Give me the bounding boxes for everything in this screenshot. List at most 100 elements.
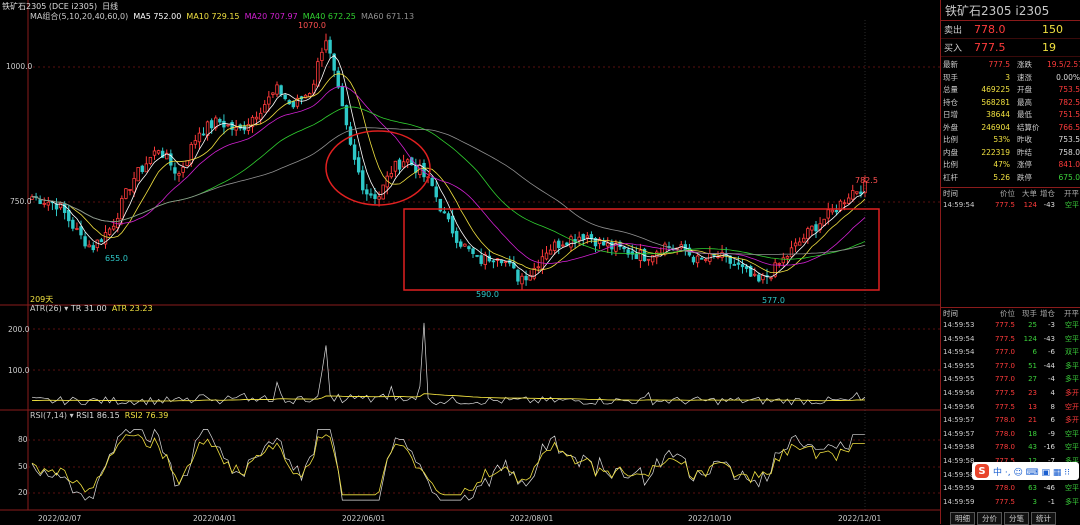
tick-row[interactable]: 14:59:56 777.5 13 8 空开 xyxy=(941,401,1080,415)
candle-body xyxy=(471,248,475,254)
candle-body xyxy=(307,93,312,97)
tick-type: 空平 xyxy=(1065,321,1079,329)
tick-row[interactable]: 14:59:57 778.0 18 -9 空平 xyxy=(941,428,1080,442)
tick-row[interactable]: 14:59:54 777.5 124 -43 空平 xyxy=(941,333,1080,347)
candle-body xyxy=(503,261,508,263)
tick-row[interactable]: 14:59:59 778.0 63 -46 空平 xyxy=(941,482,1080,496)
atr-dropdown-icon[interactable]: ▾ xyxy=(64,304,68,313)
candle-body xyxy=(793,242,798,247)
ime-toolbar[interactable]: S 中 ·, ☺ ⌨ ▣ ▦ ⁝⁝ xyxy=(972,462,1079,480)
candle-body xyxy=(328,39,332,54)
sogou-logo-icon[interactable]: S xyxy=(975,464,989,478)
tick-price: 778.0 xyxy=(994,429,1015,438)
candle-body xyxy=(589,234,594,240)
tick-list[interactable]: 14:59:53 777.5 25 -3 空平 14:59:54 777.5 124 -43 空平… xyxy=(941,319,1080,509)
big-tick-list: 14:59:54 777.5 124 -43 空平 xyxy=(941,199,1080,307)
x-label: 2022/06/01 xyxy=(342,514,386,523)
stat-value: 246904 xyxy=(981,122,1010,132)
candle-body xyxy=(585,235,590,239)
candle-body xyxy=(116,217,120,228)
candle-body xyxy=(753,273,757,276)
atr-y-100: 100.0 xyxy=(8,366,30,375)
tick-change: -6 xyxy=(1048,348,1055,357)
tick-row[interactable]: 14:59:55 777.0 27 -4 多平 xyxy=(941,373,1080,387)
candle-body xyxy=(695,255,700,264)
ma20-line xyxy=(31,85,866,266)
tick-volume: 63 xyxy=(1028,484,1037,493)
buy-row[interactable]: 买入 777.5 19 xyxy=(941,39,1080,57)
candle-body xyxy=(124,188,128,199)
candle-body xyxy=(846,197,851,204)
tab-price[interactable]: 分价 xyxy=(977,512,1002,525)
tab-stats[interactable]: 统计 xyxy=(1031,512,1056,525)
tick-row[interactable]: 14:59:58 778.0 43 -16 空平 xyxy=(941,441,1080,455)
tick-type: 空平 xyxy=(1065,484,1079,493)
candle-body xyxy=(377,196,381,200)
candle-body xyxy=(797,241,802,246)
tick-volume: 124 xyxy=(1023,201,1037,209)
ma10-line xyxy=(31,73,866,274)
high-annotation: 1070.0 xyxy=(298,21,326,30)
tick-type: 空平 xyxy=(1065,334,1079,343)
candle-body xyxy=(475,255,479,257)
candle-body xyxy=(557,240,561,248)
tick-row[interactable]: 14:59:55 777.0 51 -44 多平 xyxy=(941,360,1080,374)
atr-legend: ATR(26) ▾ TR 31.00 ATR 23.23 xyxy=(30,304,153,313)
candle-body xyxy=(140,165,144,172)
candle-body xyxy=(691,256,696,263)
x-label: 2022/02/07 xyxy=(38,514,82,523)
tab-trades[interactable]: 分笔 xyxy=(1004,512,1029,525)
candle-body xyxy=(851,190,855,200)
candle-body xyxy=(234,127,238,131)
ime-controls[interactable]: 中 ·, ☺ ⌨ ▣ ▦ ⁝⁝ xyxy=(993,465,1070,478)
tick-row[interactable]: 14:59:53 777.5 25 -3 空平 xyxy=(941,319,1080,333)
tick-change: 6 xyxy=(1050,416,1055,425)
tick-type: 多平 xyxy=(1065,375,1079,384)
candlestick-chart[interactable] xyxy=(0,0,940,524)
atr-y-200: 200.0 xyxy=(8,325,30,334)
tr-label: TR 31.00 xyxy=(70,304,107,313)
tick-change: -43 xyxy=(1043,334,1055,343)
tick-volume: 6 xyxy=(1032,348,1037,357)
tab-detail[interactable]: 明细 xyxy=(950,512,975,525)
candle-body xyxy=(279,85,283,95)
candle-body xyxy=(91,245,95,251)
candle-body xyxy=(446,213,451,220)
tick-time: 14:59:56 xyxy=(943,402,975,411)
tick-volume: 124 xyxy=(1023,334,1037,343)
candle-body xyxy=(699,257,704,260)
ma60-label: MA60 671.13 xyxy=(360,12,415,21)
stat-value: 758.0 xyxy=(1058,147,1080,157)
candle-body xyxy=(156,150,161,154)
candle-body xyxy=(781,257,786,264)
tick-change: -4 xyxy=(1048,375,1055,384)
stat-row: 最新 777.5 涨跌 19.5/2.57% xyxy=(941,59,1080,72)
stat-label: 总量 xyxy=(943,85,958,94)
buy-volume: 19 xyxy=(1042,41,1056,54)
candle-body xyxy=(405,159,410,163)
rsi-dropdown-icon[interactable]: ▾ xyxy=(70,411,74,420)
candle-body xyxy=(769,277,773,280)
tick-row[interactable]: 14:59:56 777.5 23 4 多开 xyxy=(941,387,1080,401)
stat-value: 777.5 xyxy=(988,60,1010,69)
tick-row[interactable]: 14:59:54 777.0 6 -6 双平 xyxy=(941,346,1080,360)
chart-area[interactable]: 铁矿石2305 (DCE i2305) 日线 MA组合(5,10,20,40,6… xyxy=(0,0,940,524)
stat-value: 753.5 xyxy=(1058,135,1080,144)
candle-body xyxy=(148,156,153,165)
tick-row[interactable]: 14:59:57 778.0 21 6 多开 xyxy=(941,414,1080,428)
tick-row[interactable]: 14:59:59 777.5 3 -1 多平 xyxy=(941,496,1080,510)
tick-price: 777.5 xyxy=(994,402,1015,411)
rsi2-label: RSI2 76.39 xyxy=(124,411,169,420)
period-label: 日线 xyxy=(102,2,119,11)
big-tick-row[interactable]: 14:59:54 777.5 124 -43 空平 xyxy=(941,199,1080,213)
tick-type: 空平 xyxy=(1065,201,1079,209)
tick-type: 多开 xyxy=(1065,388,1079,397)
sell-row[interactable]: 卖出 778.0 150 xyxy=(941,21,1080,39)
x-label: 2022/10/10 xyxy=(688,514,732,523)
quote-title: 铁矿石2305 i2305 xyxy=(941,0,1080,21)
candle-body xyxy=(144,163,149,173)
candle-body xyxy=(499,259,504,264)
stat-label: 昨结 xyxy=(1017,147,1032,157)
stat-label: 开盘 xyxy=(1017,85,1032,94)
candle-body xyxy=(581,234,585,240)
